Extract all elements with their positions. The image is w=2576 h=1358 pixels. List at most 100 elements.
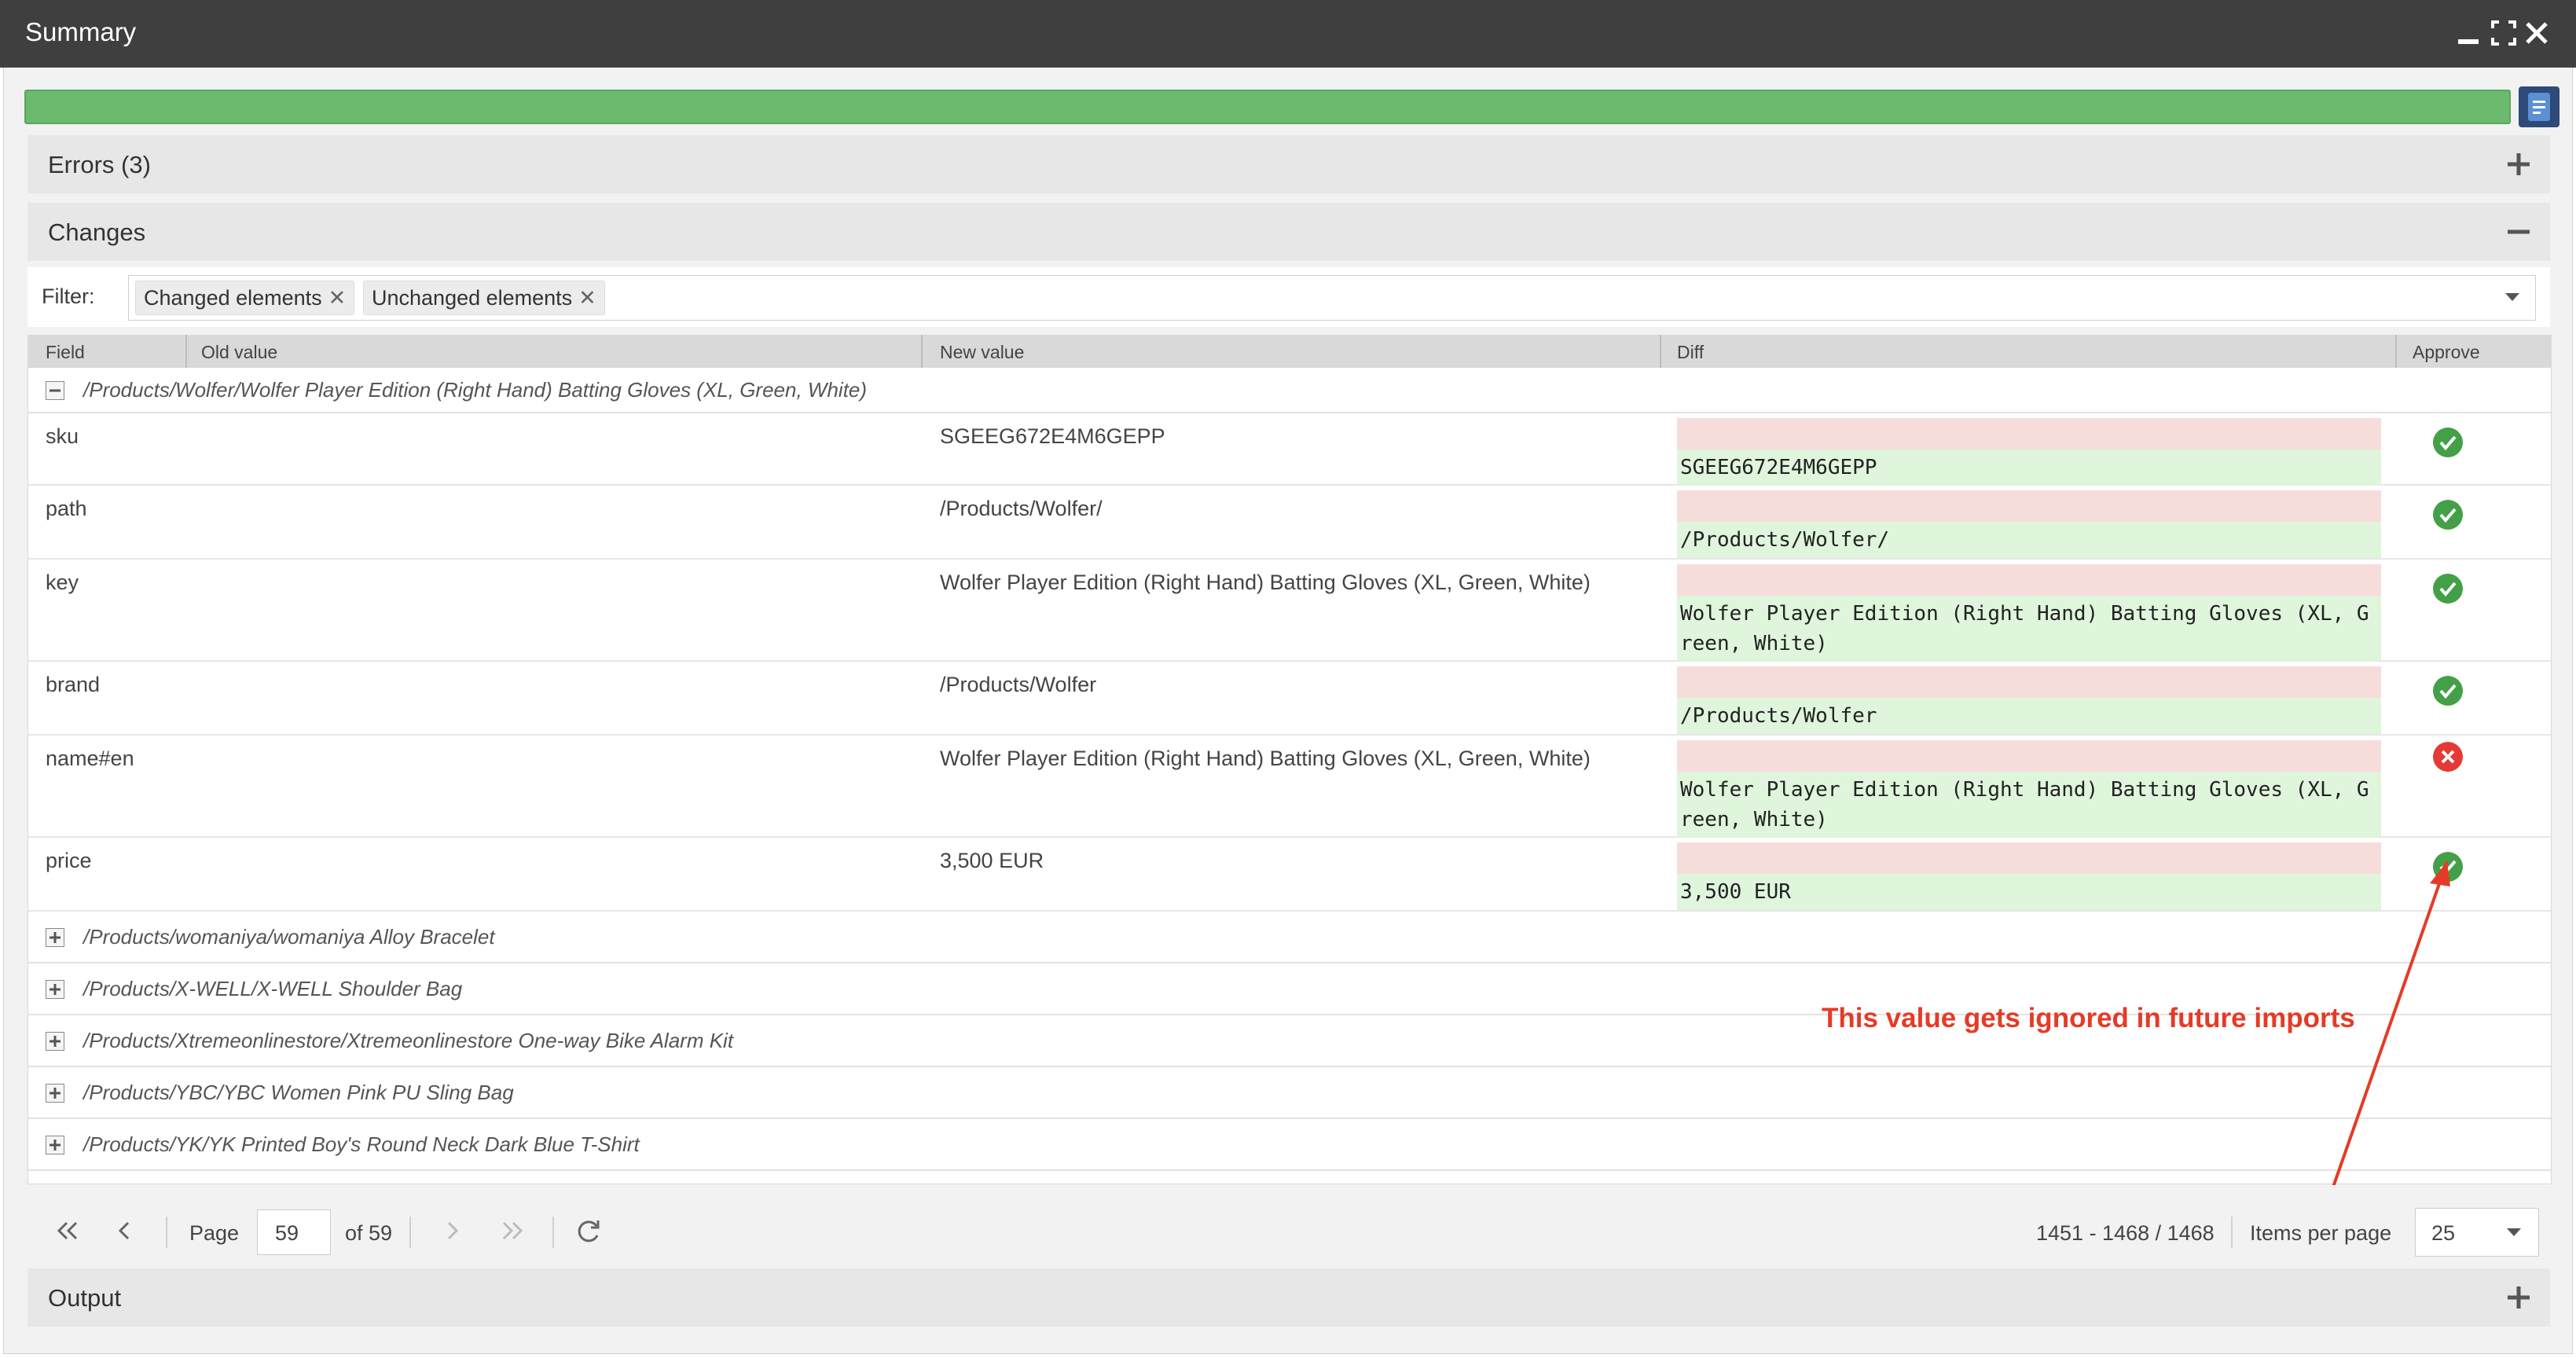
- changes-grid: Field Old value New value Diff Approve /…: [28, 335, 2552, 1271]
- table-row: sku SGEEG672E4M6GEPP SGEEG672E4M6GEPP: [28, 412, 2551, 486]
- expand-group-icon[interactable]: [46, 1032, 64, 1051]
- items-per-page-value: 25: [2431, 1221, 2456, 1245]
- output-panel-header[interactable]: Output: [28, 1268, 2550, 1327]
- table-row: price 3,500 EUR 3,500 EUR: [28, 836, 2551, 912]
- summary-window: Summary Errors (3) Changes Filter: Chang…: [0, 0, 2576, 1358]
- filter-tag-unchanged[interactable]: Unchanged elements ✕: [363, 281, 605, 315]
- table-row: path /Products/Wolfer/ /Products/Wolfer/: [28, 484, 2551, 560]
- grid-header: Field Old value New value Diff Approve: [28, 335, 2551, 368]
- column-header-approve[interactable]: Approve: [2413, 342, 2480, 363]
- chevron-down-icon[interactable]: [2504, 290, 2521, 304]
- diff-removed: [1677, 666, 2381, 698]
- collapse-group-icon[interactable]: [46, 381, 64, 400]
- diff-cell: /Products/Wolfer: [1677, 666, 2381, 734]
- previous-page-icon[interactable]: [119, 1221, 131, 1240]
- filter-tag-field[interactable]: Changed elements ✕ Unchanged elements ✕: [128, 275, 2536, 321]
- diff-cell: Wolfer Player Edition (Right Hand) Batti…: [1677, 564, 2381, 662]
- check-circle-icon[interactable]: [2433, 500, 2463, 530]
- diff-cell: /Products/Wolfer/: [1677, 490, 2381, 558]
- minimize-icon[interactable]: [2455, 19, 2483, 47]
- group-label: /Products/Xtremeonlinestore/Xtremeonline…: [83, 1029, 734, 1052]
- annotation-text: This value gets ignored in future import…: [1822, 1003, 2355, 1033]
- column-header-new-value[interactable]: New value: [940, 342, 1024, 363]
- reject-circle-icon[interactable]: [2433, 742, 2463, 772]
- column-header-diff[interactable]: Diff: [1677, 342, 1704, 363]
- field-name: brand: [46, 673, 101, 696]
- close-icon[interactable]: [2523, 19, 2551, 47]
- diff-added: /Products/Wolfer/: [1677, 522, 2381, 558]
- field-name: key: [46, 571, 79, 594]
- progress-bar: [24, 90, 2511, 124]
- field-name: name#en: [46, 747, 134, 770]
- diff-added: /Products/Wolfer: [1677, 698, 2381, 734]
- diff-removed: [1677, 490, 2381, 522]
- errors-panel-header[interactable]: Errors (3): [28, 135, 2550, 193]
- group-label: /Products/YBC/YBC Women Pink PU Sling Ba…: [83, 1081, 514, 1104]
- group-label: /Products/Wolfer/Wolfer Player Edition (…: [83, 378, 868, 402]
- column-header-field[interactable]: Field: [46, 342, 85, 363]
- expand-icon[interactable]: [2504, 150, 2533, 178]
- group-label: /Products/womaniya/womaniya Alloy Bracel…: [83, 925, 495, 949]
- new-value: SGEEG672E4M6GEPP: [940, 424, 1165, 448]
- new-value: /Products/Wolfer/: [940, 497, 1103, 520]
- expand-group-icon[interactable]: [46, 980, 64, 999]
- expand-group-icon[interactable]: [46, 928, 64, 947]
- report-icon[interactable]: [2519, 86, 2559, 127]
- group-label: /Products/X-WELL/X-WELL Shoulder Bag: [83, 977, 463, 1000]
- page-label: Page: [189, 1221, 240, 1245]
- expand-icon[interactable]: [2504, 1283, 2533, 1312]
- group-row[interactable]: /Products/YK/YK Printed Boy's Round Neck…: [28, 1119, 2551, 1171]
- title-bar: Summary: [0, 0, 2576, 68]
- new-value: 3,500 EUR: [940, 849, 1044, 872]
- window-title: Summary: [25, 17, 137, 46]
- page-count: of 59: [345, 1221, 393, 1245]
- changes-panel-header[interactable]: Changes: [28, 203, 2550, 261]
- maximize-icon[interactable]: [2490, 19, 2518, 47]
- group-label: /Products/YK/YK Printed Boy's Round Neck…: [83, 1132, 640, 1156]
- diff-added: SGEEG672E4M6GEPP: [1677, 450, 2381, 486]
- page-number-input[interactable]: 59: [257, 1209, 331, 1255]
- diff-cell: SGEEG672E4M6GEPP: [1677, 418, 2381, 486]
- refresh-icon[interactable]: [574, 1218, 601, 1245]
- next-page-icon[interactable]: [446, 1221, 458, 1240]
- items-per-page-select[interactable]: 25: [2415, 1208, 2539, 1257]
- errors-panel-title: Errors (3): [48, 151, 151, 178]
- diff-removed: [1677, 418, 2381, 450]
- pagination-bar: Page 59 of 59 1451 - 1468 / 1468 Items p…: [28, 1185, 2550, 1272]
- group-row[interactable]: /Products/YBC/YBC Women Pink PU Sling Ba…: [28, 1067, 2551, 1119]
- new-value: Wolfer Player Edition (Right Hand) Batti…: [940, 747, 1591, 770]
- new-value: Wolfer Player Edition (Right Hand) Batti…: [940, 571, 1591, 594]
- check-circle-icon[interactable]: [2433, 676, 2463, 706]
- diff-cell: Wolfer Player Edition (Right Hand) Batti…: [1677, 740, 2381, 838]
- group-row-expanded[interactable]: /Products/Wolfer/Wolfer Player Edition (…: [28, 368, 2551, 413]
- items-per-page-label: Items per page: [2250, 1221, 2392, 1245]
- table-row: name#en Wolfer Player Edition (Right Han…: [28, 734, 2551, 838]
- changes-panel-title: Changes: [48, 218, 146, 246]
- diff-removed: [1677, 564, 2381, 596]
- filter-tag-label: Unchanged elements: [372, 286, 573, 310]
- filter-row: Filter: Changed elements ✕ Unchanged elem…: [28, 267, 2550, 327]
- chevron-down-icon[interactable]: [2505, 1226, 2523, 1239]
- last-page-icon[interactable]: [502, 1221, 524, 1240]
- check-circle-icon[interactable]: [2433, 428, 2463, 457]
- expand-group-icon[interactable]: [46, 1084, 64, 1103]
- filter-tag-changed[interactable]: Changed elements ✕: [135, 281, 355, 315]
- diff-line: Wolfer Player Edition (Right Hand) Batti…: [1680, 602, 2369, 626]
- filter-label: Filter:: [42, 284, 95, 308]
- collapse-icon[interactable]: [2504, 218, 2533, 246]
- remove-tag-icon[interactable]: ✕: [328, 286, 347, 310]
- table-row: key Wolfer Player Edition (Right Hand) B…: [28, 558, 2551, 662]
- check-circle-icon[interactable]: [2433, 574, 2463, 604]
- expand-group-icon[interactable]: [46, 1136, 64, 1154]
- diff-line: Wolfer Player Edition (Right Hand) Batti…: [1680, 778, 2369, 802]
- diff-added: Wolfer Player Edition (Right Hand) Batti…: [1677, 772, 2381, 838]
- diff-added: Wolfer Player Edition (Right Hand) Batti…: [1677, 596, 2381, 662]
- field-name: price: [46, 849, 92, 872]
- first-page-icon[interactable]: [56, 1221, 78, 1240]
- table-row: brand /Products/Wolfer /Products/Wolfer: [28, 660, 2551, 736]
- diff-line: reen, White): [1680, 808, 1828, 831]
- window-body: Errors (3) Changes Filter: Changed eleme…: [3, 68, 2573, 1354]
- remove-tag-icon[interactable]: ✕: [578, 286, 596, 310]
- group-row[interactable]: /Products/womaniya/womaniya Alloy Bracel…: [28, 912, 2551, 963]
- column-header-old-value[interactable]: Old value: [201, 342, 277, 363]
